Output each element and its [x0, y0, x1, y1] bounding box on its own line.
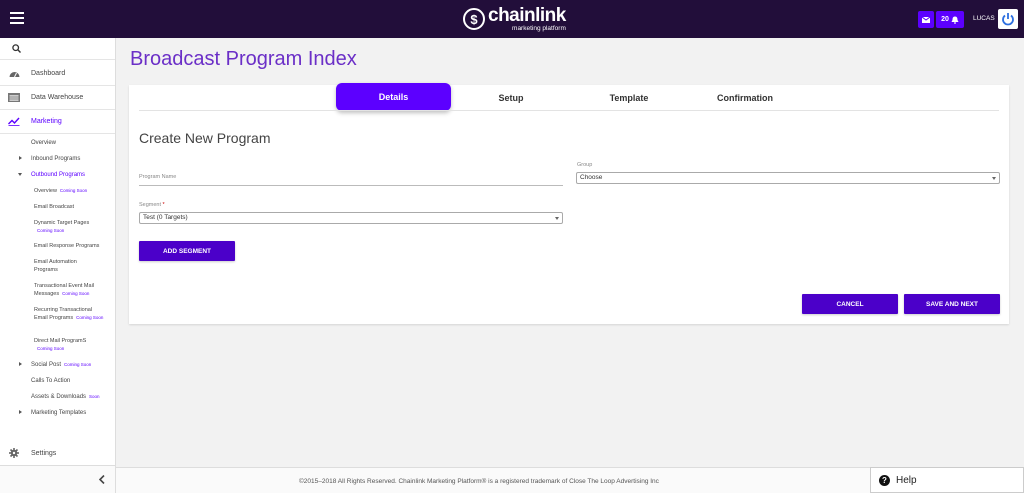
- sidebar-sub-inbound-programs[interactable]: Inbound Programs: [31, 155, 80, 163]
- tab-template[interactable]: Template: [594, 85, 664, 111]
- coming-soon-badge: Coming Soon: [59, 188, 88, 193]
- form-card: Details Setup Template Confirmation Crea…: [129, 83, 1009, 324]
- sidebar-search[interactable]: [0, 38, 115, 60]
- coming-soon-badge: Coming Soon: [37, 228, 65, 233]
- sidebar-sub-email-automation-programs[interactable]: Email Automation Programs: [34, 258, 94, 274]
- bell-icon: [951, 16, 959, 24]
- sidebar-sub-social-post[interactable]: Social Post Coming Soon: [31, 361, 91, 369]
- sidebar-item-dashboard[interactable]: Dashboard: [0, 64, 65, 82]
- dashboard-icon: [8, 68, 20, 78]
- gear-icon: [8, 448, 20, 458]
- question-icon: ?: [879, 474, 890, 486]
- coming-soon-badge: Coming Soon: [62, 291, 90, 296]
- segment-select[interactable]: Test (0 Targets): [139, 212, 563, 224]
- notification-count: 20: [941, 16, 949, 23]
- page-title: Broadcast Program Index: [130, 48, 357, 70]
- sidebar-sub-assets-downloads[interactable]: Assets & Downloads Soon: [31, 393, 100, 401]
- sidebar-sub-transactional-event-mail[interactable]: Transactional Event Mail Messages Coming …: [34, 282, 106, 298]
- soon-badge: Soon: [89, 394, 100, 399]
- group-label: Group: [577, 162, 593, 168]
- power-icon: [1002, 13, 1014, 26]
- program-name-label: Program Name: [139, 174, 177, 180]
- form-title: Create New Program: [139, 130, 271, 146]
- user-name[interactable]: LUCAS: [973, 15, 995, 22]
- sidebar: Dashboard Data Warehouse Marketing Overv…: [0, 38, 116, 493]
- chart-line-icon: [8, 116, 20, 126]
- mail-button[interactable]: [918, 11, 934, 28]
- help-label: Help: [896, 474, 917, 486]
- coming-soon-badge: Coming Soon: [76, 315, 104, 320]
- footer-copyright: ©2015–2018 All Rights Reserved. Chainlin…: [299, 478, 659, 485]
- search-icon: [12, 44, 21, 53]
- sidebar-sub-dynamic-target-pages[interactable]: Dynamic Target Pages Coming Soon: [34, 219, 104, 235]
- wizard-tabs: Details Setup Template Confirmation: [129, 83, 1009, 111]
- sidebar-item-label: Marketing: [31, 117, 62, 125]
- chevron-left-icon: [99, 475, 105, 484]
- notifications-button[interactable]: 20: [936, 11, 964, 28]
- sidebar-sub-outbound-overview[interactable]: Overview Coming Soon: [34, 187, 87, 195]
- coming-soon-badge: Coming Soon: [37, 346, 65, 351]
- sidebar-collapse-bar[interactable]: [0, 465, 115, 493]
- group-select[interactable]: Choose: [576, 172, 1000, 184]
- logo-name: chainlink: [488, 4, 566, 26]
- program-name-input[interactable]: [139, 185, 563, 186]
- mail-icon: [922, 16, 930, 23]
- segment-select-value: Test (0 Targets): [143, 214, 188, 221]
- expand-caret-icon[interactable]: [19, 156, 22, 160]
- tab-divider: [139, 110, 999, 111]
- hamburger-menu-icon[interactable]: [10, 12, 24, 24]
- sidebar-item-label: Dashboard: [31, 69, 66, 77]
- sidebar-sub-recurring-transactional[interactable]: Recurring Transactional Email Programs Co…: [34, 306, 106, 322]
- chevron-down-icon: [992, 177, 996, 180]
- top-bar: $ chainlink marketing platform 20 LUCAS: [0, 0, 1024, 38]
- power-button[interactable]: [998, 9, 1018, 29]
- sidebar-sub-email-broadcast[interactable]: Email Broadcast: [34, 203, 74, 211]
- sidebar-item-label: Settings: [31, 449, 57, 457]
- required-marker: *: [162, 202, 165, 208]
- sidebar-item-marketing[interactable]: Marketing: [0, 112, 62, 130]
- collapse-caret-icon[interactable]: [18, 173, 22, 176]
- chevron-down-icon: [555, 217, 559, 220]
- sidebar-sub-email-response-programs[interactable]: Email Response Programs: [34, 242, 99, 250]
- expand-caret-icon[interactable]: [19, 410, 22, 414]
- tab-setup[interactable]: Setup: [479, 85, 543, 111]
- help-button[interactable]: ? Help: [870, 467, 1024, 493]
- sidebar-sub-marketing-templates[interactable]: Marketing Templates: [31, 409, 86, 417]
- add-segment-button[interactable]: ADD SEGMENT: [139, 241, 235, 261]
- coming-soon-badge: Coming Soon: [64, 362, 92, 367]
- segment-label: Segment *: [139, 202, 165, 208]
- sidebar-item-data-warehouse[interactable]: Data Warehouse: [0, 88, 83, 106]
- sidebar-item-settings[interactable]: Settings: [0, 444, 56, 462]
- sidebar-sub-overview[interactable]: Overview: [31, 139, 56, 147]
- sidebar-item-label: Data Warehouse: [31, 93, 84, 101]
- group-select-value: Choose: [580, 174, 603, 181]
- sidebar-sub-calls-to-action[interactable]: Calls To Action: [31, 377, 70, 385]
- warehouse-icon: [8, 92, 20, 102]
- tab-details[interactable]: Details: [336, 83, 451, 111]
- expand-caret-icon[interactable]: [19, 362, 22, 366]
- sidebar-sub-outbound-programs[interactable]: Outbound Programs: [31, 171, 85, 179]
- logo-subtitle: marketing platform: [512, 24, 566, 32]
- logo[interactable]: $ chainlink marketing platform: [463, 5, 566, 33]
- logo-mark-icon: $: [463, 8, 485, 30]
- tab-confirmation[interactable]: Confirmation: [704, 85, 786, 111]
- sidebar-sub-direct-mail-programs[interactable]: Direct Mail ProgramS Coming Soon: [34, 337, 104, 353]
- cancel-button[interactable]: CANCEL: [802, 294, 898, 314]
- save-and-next-button[interactable]: SAVE AND NEXT: [904, 294, 1000, 314]
